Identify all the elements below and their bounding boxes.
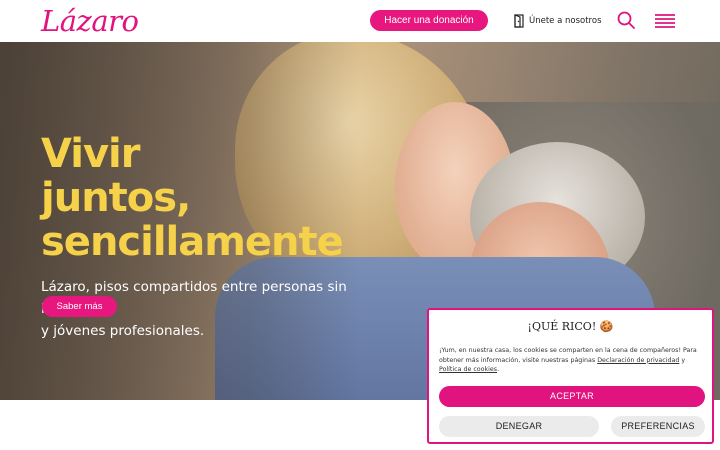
cookie-text-end: .	[497, 366, 500, 373]
join-us-link[interactable]: Únete a nosotros	[514, 13, 602, 29]
hero-title: Vivir juntos, sencillamente	[41, 131, 344, 265]
hero-title-line: sencillamente	[41, 219, 344, 265]
brand-logo[interactable]: Lázaro	[41, 4, 139, 38]
hero-title-line: juntos,	[41, 175, 191, 221]
donate-button[interactable]: Hacer una donación	[370, 10, 488, 31]
cookie-policy-link[interactable]: Política de cookies	[439, 366, 497, 373]
door-icon	[514, 14, 524, 28]
hero-title-line: Vivir	[41, 131, 140, 177]
deny-cookies-button[interactable]: DENEGAR	[439, 416, 599, 437]
learn-more-button[interactable]: Saber más	[42, 296, 117, 317]
search-icon[interactable]	[617, 11, 635, 33]
cookie-text: ¡Yum, en nuestra casa, los cookies se co…	[439, 346, 705, 375]
cookie-consent-dialog: ¡QUÉ RICO! 🍪 ¡Yum, en nuestra casa, los …	[427, 308, 714, 444]
cookie-preferences-button[interactable]: PREFERENCIAS	[611, 416, 705, 437]
cookie-text-and: y	[679, 356, 686, 364]
hero-subtitle-line: y jóvenes profesionales.	[41, 323, 205, 339]
cookie-title: ¡QUÉ RICO! 🍪	[527, 320, 614, 333]
hamburger-menu-icon[interactable]	[655, 13, 675, 33]
join-us-label: Únete a nosotros	[529, 16, 602, 26]
accept-cookies-button[interactable]: ACEPTAR	[439, 386, 705, 407]
site-header: Lázaro Hacer una donación Únete a nosotr…	[0, 0, 720, 42]
privacy-link[interactable]: Declaración de privacidad	[597, 357, 679, 364]
